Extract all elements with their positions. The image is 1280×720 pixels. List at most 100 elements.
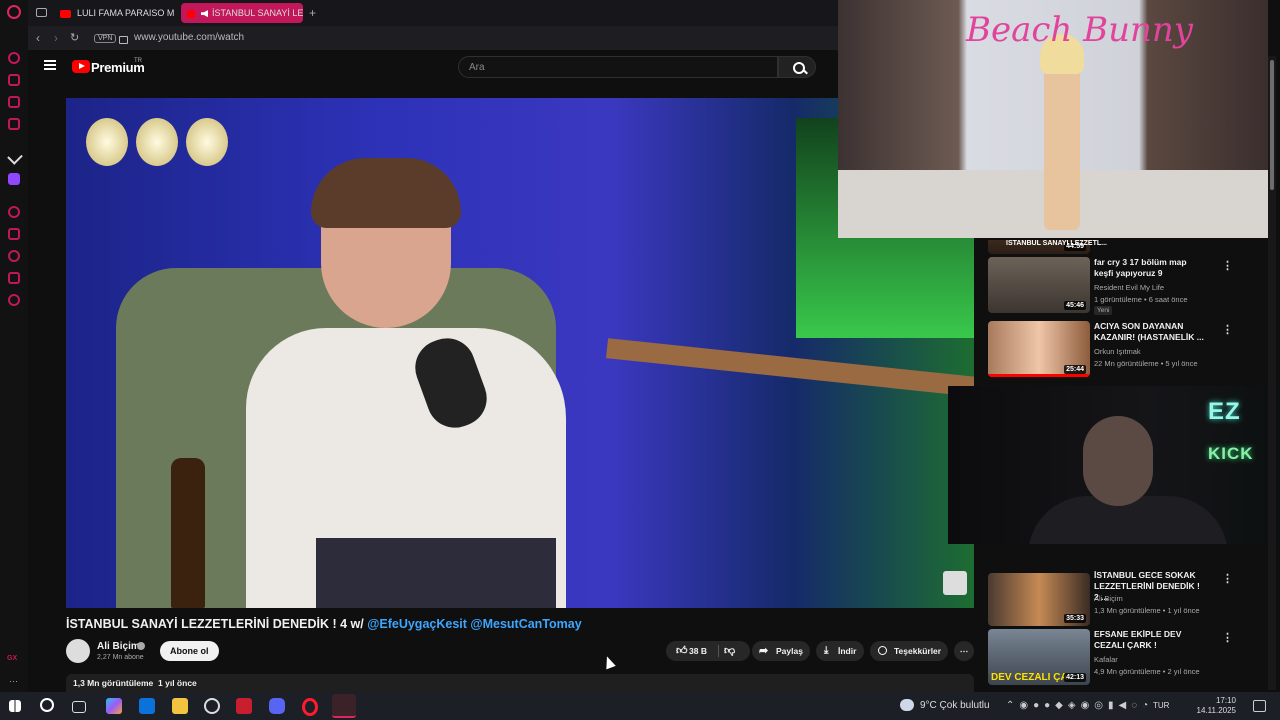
app-icon[interactable]	[236, 698, 252, 714]
browser-sidebar: GX ⋯	[0, 0, 28, 692]
share-button[interactable]: ➦ Paylaş	[752, 641, 810, 661]
windows-start-icon[interactable]	[9, 700, 21, 712]
aria-rail-icon[interactable]	[7, 149, 23, 165]
more-options-icon[interactable]: ⋮	[1222, 631, 1233, 644]
refresh-rail-icon[interactable]	[8, 52, 20, 64]
rec-channel[interactable]: Orkun Işıtmak	[1094, 347, 1141, 356]
steam-icon[interactable]	[204, 698, 220, 714]
reload-icon[interactable]: ↻	[70, 31, 79, 44]
thanks-button[interactable]: Teşekkürler	[870, 641, 948, 661]
beach-bunny-title: Beach Bunny	[966, 10, 1194, 50]
avatar[interactable]	[66, 639, 90, 663]
ez-neon-logo: EZ	[1208, 398, 1241, 425]
channel-name[interactable]: Ali Biçim	[97, 641, 140, 652]
dislike-icon[interactable]: 👎︎	[724, 641, 735, 661]
search-input[interactable]: Ara	[458, 56, 778, 78]
search-button[interactable]	[778, 56, 816, 78]
opera-icon[interactable]	[302, 698, 318, 716]
youtube-favicon-icon	[187, 9, 195, 18]
rec-meta: 1 görüntüleme • 6 saat önce	[1094, 295, 1188, 304]
description-box[interactable]	[66, 674, 974, 692]
outlook-icon[interactable]	[139, 698, 155, 714]
tab-bar: LULI FAMA PARAISO Mia İSTANBUL SANAYİ LE…	[28, 0, 840, 26]
guest-shorts	[316, 538, 556, 608]
rec-item[interactable]: 45:46 far cry 3 17 bölüm map keşfi yapıy…	[988, 257, 1233, 315]
more-actions-icon[interactable]: ⋯	[954, 641, 974, 661]
rec-item[interactable]: 44:59 İSTANBUL SANAYİ LEZZETL...	[988, 240, 1228, 254]
rec-item[interactable]: DEV CEZALI ÇA 42:13 EFSANE EKİPLE DEV CE…	[988, 629, 1233, 685]
subscriber-count: 2,27 Mn abone	[97, 654, 144, 661]
watch-progress-bar	[988, 374, 1090, 377]
rec-title[interactable]: far cry 3 17 bölüm map keşfi yapıyoruz 9	[1094, 257, 1206, 279]
forward-icon[interactable]: ›	[54, 31, 58, 45]
new-badge: Yeni	[1094, 306, 1113, 315]
rec-meta: 4,9 Mn görüntüleme • 2 yıl önce	[1094, 667, 1200, 676]
rec-thumbnail[interactable]: 25:44	[988, 321, 1090, 377]
notifications-icon[interactable]	[1253, 700, 1266, 712]
vpn-badge[interactable]: VPN	[94, 34, 117, 43]
speaker-icon[interactable]	[201, 10, 208, 18]
verified-icon	[137, 642, 145, 650]
rec-title[interactable]: EFSANE EKİPLE DEV CEZALI ÇARK !	[1094, 629, 1206, 651]
more-options-icon[interactable]: ⋮	[1222, 259, 1233, 272]
hamburger-menu-icon[interactable]	[44, 60, 56, 70]
bag-rail-icon[interactable]	[8, 74, 20, 86]
more-options-icon[interactable]: ⋮	[1222, 323, 1233, 336]
player-rail-icon[interactable]	[8, 206, 20, 218]
like-count[interactable]: 38 B	[689, 641, 707, 661]
taskbar-search-icon[interactable]	[40, 698, 54, 712]
gx-label[interactable]: GX	[7, 655, 17, 662]
url-field[interactable]: www.youtube.com/watch	[134, 32, 244, 43]
rec-item[interactable]: 35:33 İSTANBUL GECE SOKAK LEZZETLERİNİ D…	[988, 570, 1233, 626]
more-icon[interactable]: ⋯	[9, 676, 18, 687]
language-indicator[interactable]: TUR	[1153, 701, 1169, 710]
taskbar-clock[interactable]: 17:10 14.11.2025	[1196, 696, 1236, 716]
new-tab-button[interactable]: +	[309, 3, 323, 23]
more-options-icon[interactable]: ⋮	[1222, 572, 1233, 585]
messenger-rail-icon[interactable]	[8, 96, 20, 108]
instagram-rail-icon[interactable]	[8, 118, 20, 130]
file-explorer-icon[interactable]	[172, 698, 188, 714]
weather-icon[interactable]	[900, 699, 914, 711]
tab-istanbul-sanayi[interactable]: İSTANBUL SANAYİ LE	[181, 3, 303, 23]
rec-thumbnail[interactable]: 45:46	[988, 257, 1090, 313]
download-button[interactable]: ⤓ İndir	[816, 641, 864, 661]
opera-gx-active-icon[interactable]	[332, 694, 356, 718]
rec-channel[interactable]: Ali Biçim	[1094, 594, 1123, 603]
rec-thumbnail[interactable]: 35:33	[988, 573, 1090, 626]
youtube-logo-icon[interactable]	[72, 60, 90, 73]
tab-islands-icon[interactable]	[36, 8, 47, 17]
tab-luli-fama[interactable]: LULI FAMA PARAISO Mia	[54, 3, 174, 23]
history-rail-icon[interactable]	[8, 250, 20, 262]
task-view-icon[interactable]	[72, 701, 86, 713]
rec-meta: 22 Mn görüntüleme • 5 yıl önce	[1094, 359, 1198, 368]
copilot-icon[interactable]	[106, 698, 122, 714]
lock-icon[interactable]	[119, 36, 128, 44]
rec-channel[interactable]: Kafalar	[1094, 655, 1118, 664]
extensions-rail-icon[interactable]	[8, 272, 20, 284]
weather-widget[interactable]: 9°C Çok bulutlu	[920, 700, 990, 711]
mention-links[interactable]: @EfeUygaçKesit @MesutCanTomay	[367, 617, 581, 631]
rec-channel[interactable]: Resident Evil My Life	[1094, 283, 1164, 292]
system-tray-icons[interactable]: ⌃◉●●◆◈◉◎▮◀◌◔	[1006, 700, 1153, 711]
rec-thumbnail[interactable]: DEV CEZALI ÇA 42:13	[988, 629, 1090, 685]
kick-neon-logo: KICK	[1208, 444, 1254, 463]
subscribe-button[interactable]: Abone ol	[160, 641, 219, 661]
settings-rail-icon[interactable]	[8, 294, 20, 306]
twitch-rail-icon[interactable]	[8, 173, 20, 185]
country-code: TR	[134, 58, 142, 64]
channel-watermark-icon[interactable]	[943, 571, 967, 595]
thanks-icon	[878, 646, 887, 655]
bookmark-rail-icon[interactable]	[8, 228, 20, 240]
discord-icon[interactable]	[269, 698, 285, 714]
download-icon: ⤓	[824, 645, 829, 656]
like-icon[interactable]: 👍︎	[676, 641, 688, 661]
rec-meta: 1,3 Mn görüntüleme • 1 yıl önce	[1094, 606, 1200, 615]
search-icon	[793, 62, 805, 74]
view-stats: 1,3 Mn görüntüleme 1 yıl önce	[73, 678, 197, 688]
rec-item[interactable]: 25:44 ACIYA SON DAYANAN KAZANIR! (HASTAN…	[988, 321, 1233, 377]
back-icon[interactable]: ‹	[36, 31, 40, 45]
rec-title[interactable]: ACIYA SON DAYANAN KAZANIR! (HASTANELİK .…	[1094, 321, 1206, 343]
scrollbar-thumb[interactable]	[1270, 60, 1274, 190]
opera-logo-icon[interactable]	[7, 5, 21, 19]
